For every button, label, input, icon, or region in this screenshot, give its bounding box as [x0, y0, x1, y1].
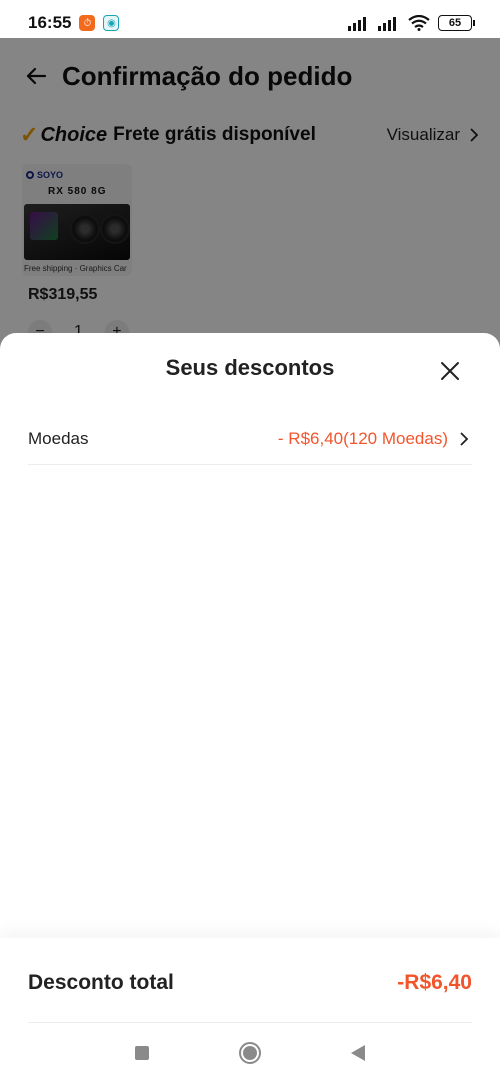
discounts-sheet: Seus descontos Moedas - R$6,40(120 Moeda…: [0, 333, 500, 1083]
status-time: 16:55: [28, 13, 72, 32]
coins-discount-row[interactable]: Moedas - R$6,40(120 Moedas): [28, 413, 472, 465]
chevron-right-icon: [460, 431, 469, 446]
notification-app-icon: ◉: [103, 15, 120, 31]
coins-value: - R$6,40(120 Moedas): [277, 428, 448, 448]
close-icon[interactable]: [438, 359, 462, 383]
total-discount-value: -R$6,40: [397, 971, 472, 994]
home-button[interactable]: [239, 1042, 261, 1064]
total-discount-label: Desconto total: [28, 971, 174, 994]
coins-label: Moedas: [28, 428, 89, 448]
battery-icon: 65: [438, 15, 475, 31]
total-discount-area: Desconto total -R$6,40: [0, 938, 500, 1033]
status-icons: 65: [348, 15, 475, 31]
back-button[interactable]: [351, 1045, 365, 1061]
signal-icon: [348, 17, 366, 31]
system-nav-bar: [0, 1023, 500, 1083]
signal-icon: [378, 17, 396, 31]
sheet-title: Seus descontos: [165, 355, 335, 380]
recents-button[interactable]: [135, 1046, 149, 1060]
notification-app-icon: ⏱: [79, 15, 96, 31]
wifi-icon: [408, 15, 430, 31]
